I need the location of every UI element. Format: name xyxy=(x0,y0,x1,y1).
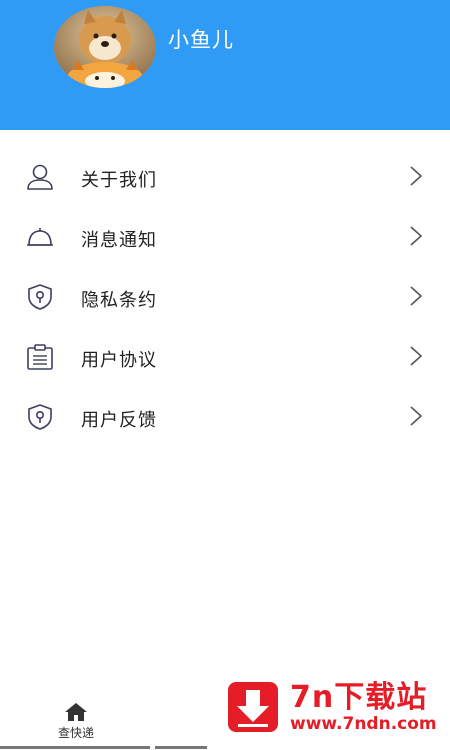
menu-item-feedback[interactable]: 用户反馈 xyxy=(0,386,450,446)
menu-item-label: 用户协议 xyxy=(81,350,157,371)
bell-icon xyxy=(24,222,56,252)
menu-item-privacy[interactable]: 隐私条约 xyxy=(0,266,450,326)
chevron-right-icon xyxy=(410,406,423,426)
chevron-right-icon xyxy=(410,166,423,186)
menu-item-label: 关于我们 xyxy=(81,170,157,191)
clipboard-icon xyxy=(24,342,56,372)
shield-icon xyxy=(24,282,56,312)
avatar[interactable] xyxy=(54,6,156,88)
menu-item-about[interactable]: 关于我们 xyxy=(0,146,450,206)
watermark-url: www.7ndn.com xyxy=(290,714,437,734)
watermark: 7n下载站 www.7ndn.com xyxy=(208,660,450,750)
shield-icon xyxy=(24,402,56,432)
user-icon xyxy=(24,162,56,192)
menu-item-notifications[interactable]: 消息通知 xyxy=(0,206,450,266)
tab-indicator xyxy=(155,746,207,749)
menu-item-label: 消息通知 xyxy=(81,230,157,251)
profile-header: 小鱼儿 xyxy=(0,0,450,130)
tab-indicator xyxy=(0,746,150,749)
watermark-title: 7n下载站 xyxy=(290,680,428,715)
menu-item-label: 隐私条约 xyxy=(81,290,157,311)
tab-label: 查快递 xyxy=(57,726,94,740)
download-logo-icon xyxy=(228,682,278,732)
settings-menu: 关于我们 消息通知 隐私条约 用户协议 用户反馈 xyxy=(0,146,450,446)
chevron-right-icon xyxy=(410,346,423,366)
tab-express-query[interactable]: 查快递 xyxy=(48,702,104,748)
bottom-tab-bar: 查快递 xyxy=(0,698,210,750)
chevron-right-icon xyxy=(410,226,423,246)
home-icon xyxy=(65,703,87,721)
username: 小鱼儿 xyxy=(168,28,234,52)
menu-item-user-agreement[interactable]: 用户协议 xyxy=(0,326,450,386)
menu-item-label: 用户反馈 xyxy=(81,410,157,431)
chevron-right-icon xyxy=(410,286,423,306)
